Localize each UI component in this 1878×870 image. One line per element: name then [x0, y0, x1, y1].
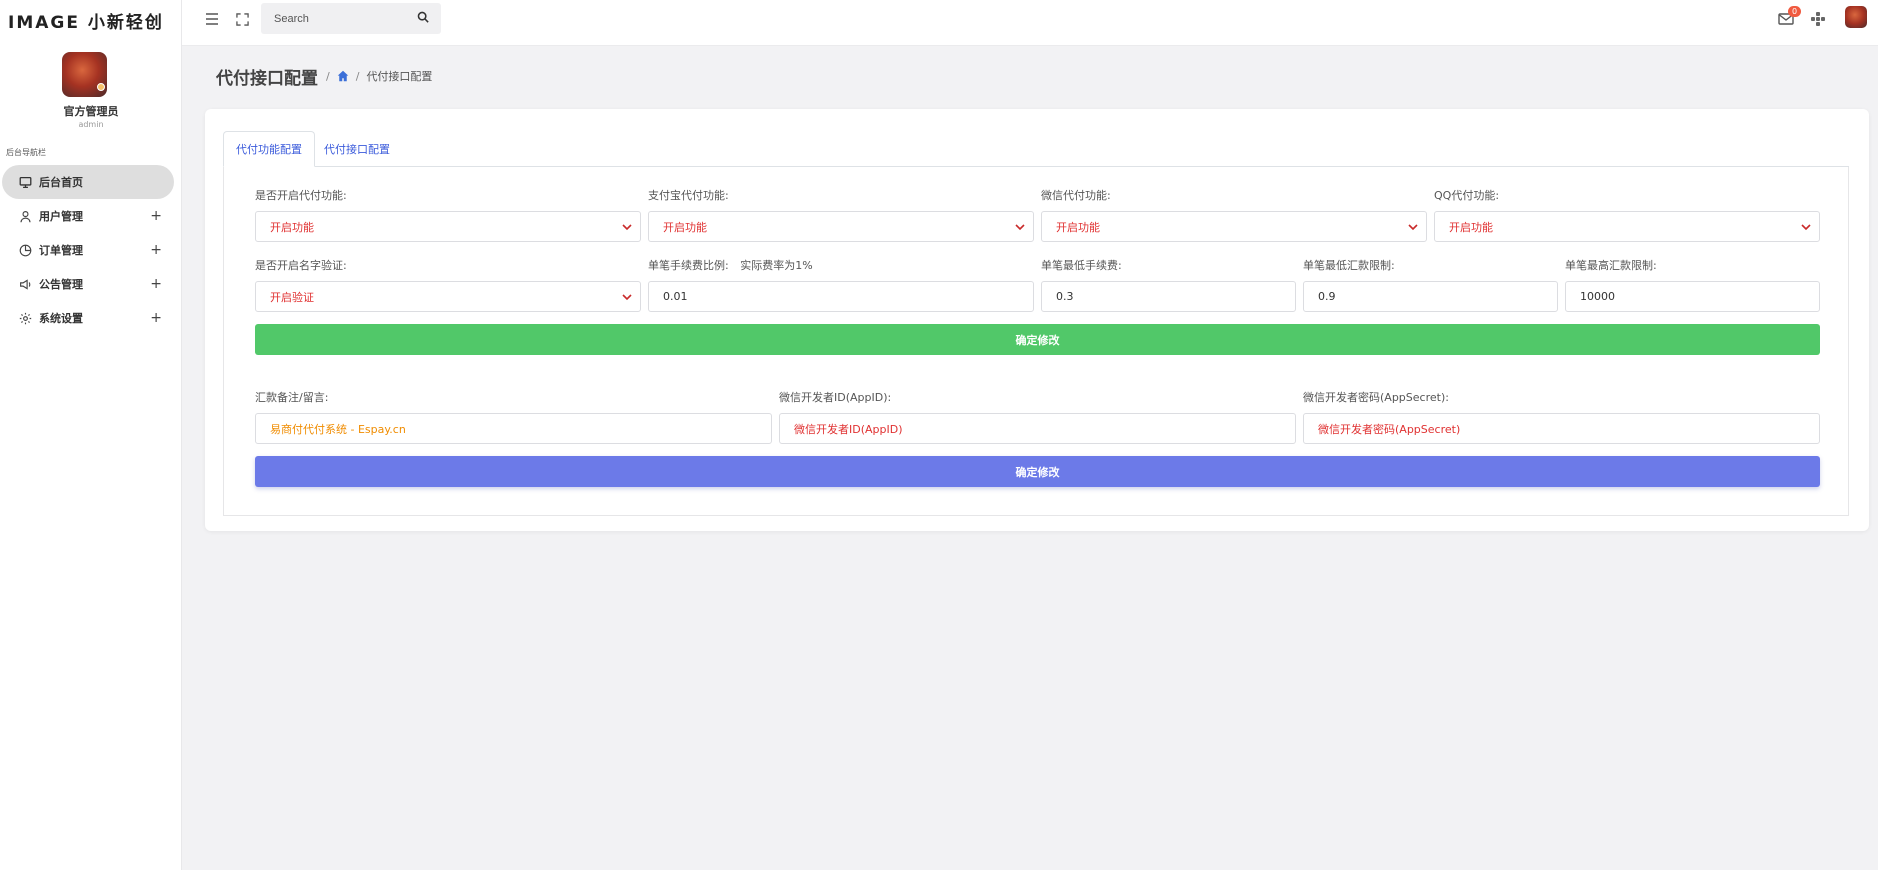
- select-value: 开启功能: [1056, 220, 1100, 234]
- qq-payout-label: QQ代付功能:: [1434, 189, 1500, 202]
- sidebar-item-label: 公告管理: [39, 278, 83, 291]
- sidebar-item-label: 后台首页: [39, 176, 83, 189]
- wechat-payout-label: 微信代付功能:: [1041, 189, 1111, 202]
- confirm-button-secondary[interactable]: 确定修改: [255, 456, 1820, 487]
- fullscreen-icon[interactable]: [233, 10, 251, 28]
- select-value: 开启验证: [270, 290, 314, 304]
- tab-function-config[interactable]: 代付功能配置: [223, 131, 315, 167]
- min-fee-label: 单笔最低手续费:: [1041, 259, 1122, 272]
- remark-label: 汇款备注/留言:: [255, 391, 329, 404]
- min-transfer-input[interactable]: 0.9: [1303, 281, 1558, 312]
- sidebar: IMAGE 小新轻创 官方管理员 admin 后台导航栏 后台首页 用户管理 +…: [0, 0, 182, 870]
- app-logo[interactable]: IMAGE 小新轻创: [8, 8, 164, 33]
- pie-chart-icon: [18, 243, 32, 257]
- megaphone-icon: [18, 277, 32, 291]
- enable-payout-select[interactable]: 开启功能: [255, 211, 641, 242]
- wechat-appid-label: 微信开发者ID(AppID):: [779, 391, 892, 404]
- chevron-down-icon: [1014, 221, 1026, 233]
- qq-payout-select[interactable]: 开启功能: [1434, 211, 1820, 242]
- confirm-button-primary[interactable]: 确定修改: [255, 324, 1820, 355]
- expand-plus-icon[interactable]: +: [150, 208, 162, 224]
- menu-toggle-icon[interactable]: [203, 10, 221, 28]
- tab-pane: 是否开启代付功能: 支付宝代付功能: 微信代付功能: QQ代付功能: 开启功能 …: [223, 167, 1849, 516]
- fee-rate-label-text: 单笔手续费比例:: [648, 259, 729, 272]
- breadcrumb-separator: /: [326, 69, 330, 83]
- sidebar-item-announcements[interactable]: 公告管理 +: [0, 267, 182, 301]
- breadcrumb-current: 代付接口配置: [366, 70, 433, 83]
- header-avatar[interactable]: [1845, 6, 1867, 28]
- max-transfer-input[interactable]: 10000: [1565, 281, 1820, 312]
- select-value: 开启功能: [663, 220, 707, 234]
- max-transfer-label: 单笔最高汇款限制:: [1565, 259, 1657, 272]
- wechat-appid-input[interactable]: 微信开发者ID(AppID): [779, 413, 1296, 444]
- wechat-payout-select[interactable]: 开启功能: [1041, 211, 1427, 242]
- mail-badge: 0: [1788, 6, 1801, 17]
- min-transfer-label: 单笔最低汇款限制:: [1303, 259, 1395, 272]
- sidebar-item-label: 用户管理: [39, 210, 83, 223]
- chevron-down-icon: [1407, 221, 1419, 233]
- fee-rate-note: 实际费率为1%: [740, 259, 813, 272]
- chevron-down-icon: [1800, 221, 1812, 233]
- user-avatar[interactable]: [62, 52, 107, 97]
- gear-icon: [18, 311, 32, 325]
- tab-bar: 代付功能配置 代付接口配置: [223, 123, 1849, 167]
- name-verify-label: 是否开启名字验证:: [255, 259, 347, 272]
- top-header: 0: [182, 0, 1878, 46]
- expand-plus-icon[interactable]: +: [150, 310, 162, 326]
- user-role: admin: [78, 120, 104, 129]
- select-value: 开启功能: [270, 220, 314, 234]
- breadcrumb-separator: /: [355, 69, 360, 83]
- alipay-payout-label: 支付宝代付功能:: [648, 189, 729, 202]
- select-value: 开启功能: [1449, 220, 1493, 234]
- remark-input[interactable]: 易商付代付系统 - Espay.cn: [255, 413, 772, 444]
- user-icon: [18, 209, 32, 223]
- search-box: [261, 3, 441, 34]
- chevron-down-icon: [621, 291, 633, 303]
- nav-caption: 后台导航栏: [6, 148, 46, 157]
- sidebar-item-users[interactable]: 用户管理 +: [0, 199, 182, 233]
- avatar-status-dot: [97, 83, 105, 91]
- wechat-appsecret-label: 微信开发者密码(AppSecret):: [1303, 391, 1449, 404]
- expand-plus-icon[interactable]: +: [150, 276, 162, 292]
- chevron-down-icon: [621, 221, 633, 233]
- sidebar-item-label: 订单管理: [39, 244, 83, 257]
- search-input[interactable]: [261, 3, 401, 34]
- breadcrumb: / / 代付接口配置: [326, 68, 432, 84]
- sidebar-item-label: 系统设置: [39, 312, 83, 325]
- alipay-payout-select[interactable]: 开启功能: [648, 211, 1034, 242]
- tab-interface-config[interactable]: 代付接口配置: [312, 131, 402, 167]
- wechat-appsecret-input[interactable]: 微信开发者密码(AppSecret): [1303, 413, 1820, 444]
- home-icon[interactable]: [337, 70, 349, 82]
- expand-plus-icon[interactable]: +: [150, 242, 162, 258]
- apps-grid-icon[interactable]: [1810, 11, 1828, 29]
- fee-rate-input[interactable]: 0.01: [648, 281, 1034, 312]
- page-title: 代付接口配置: [216, 69, 318, 89]
- search-icon[interactable]: [417, 11, 431, 25]
- monitor-icon: [18, 175, 32, 189]
- min-fee-input[interactable]: 0.3: [1041, 281, 1296, 312]
- sidebar-item-settings[interactable]: 系统设置 +: [0, 301, 182, 335]
- user-name: 官方管理员: [63, 105, 119, 118]
- enable-payout-label: 是否开启代付功能:: [255, 189, 347, 202]
- name-verify-select[interactable]: 开启验证: [255, 281, 641, 312]
- sidebar-item-dashboard[interactable]: 后台首页: [2, 165, 174, 199]
- fee-rate-label: 单笔手续费比例: 实际费率为1%: [648, 257, 813, 273]
- sidebar-item-orders[interactable]: 订单管理 +: [0, 233, 182, 267]
- sidebar-nav: 后台首页 用户管理 + 订单管理 + 公告管理 + 系统设置 +: [0, 165, 182, 335]
- config-card: 代付功能配置 代付接口配置 是否开启代付功能: 支付宝代付功能: 微信代付功能:…: [205, 109, 1869, 531]
